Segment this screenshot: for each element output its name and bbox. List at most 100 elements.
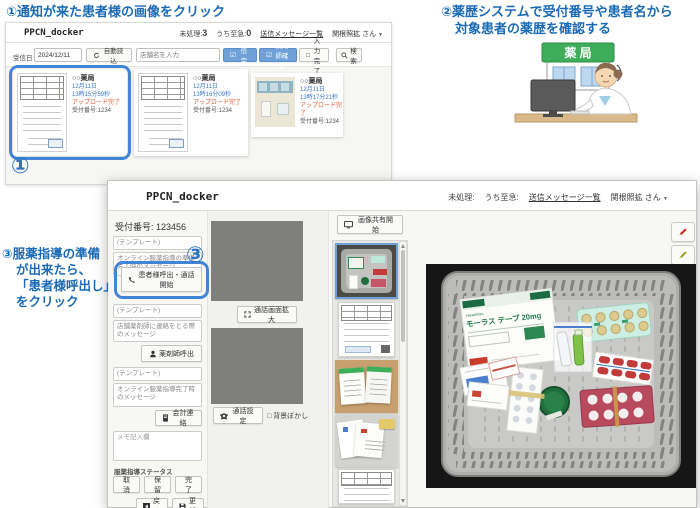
filter-received-button[interactable]: ☑受信完了 <box>223 48 257 62</box>
screen: ①通知が来た患者様の画像をクリック ②薬歴システムで受付番号や患者名から 対象患… <box>0 0 700 508</box>
reception-number-label: 受付番号: 123456 <box>115 220 186 233</box>
remote-video-area <box>211 221 303 301</box>
phone-icon <box>128 276 136 284</box>
urgent-count: うち至急: <box>485 192 519 203</box>
filter-input-done-button[interactable]: □入力完了 <box>299 48 329 62</box>
unprocessed-count: 未処理:3 <box>179 28 207 39</box>
memo-field[interactable] <box>113 431 202 461</box>
user-menu[interactable]: 関根照拡 さん ▼ <box>332 29 383 39</box>
call-pharmacist-button[interactable]: 薬剤師呼出 <box>141 345 202 362</box>
sent-messages-link[interactable]: 送信メッセージ一覧 <box>529 192 601 203</box>
thumbnail-papers-photo[interactable] <box>335 415 398 467</box>
thumbnail-prescription[interactable] <box>338 302 395 357</box>
receive-date-input[interactable] <box>34 48 82 62</box>
search-button[interactable]: 検索 <box>336 48 362 62</box>
auto-load-button[interactable]: 自動読込 <box>86 48 132 62</box>
shared-image-viewer[interactable]: Hisamitsu モーラス テープ 20mg <box>426 264 696 488</box>
annotate-red-pencil-button[interactable] <box>671 222 695 242</box>
person-icon <box>149 350 157 358</box>
user-menu[interactable]: 関根照拡 さん ▼ <box>611 192 668 203</box>
annotation-step3-line4: をクリック <box>2 294 114 310</box>
annotation-step2-line2: 対象患者の薬歴を確認する <box>441 20 673 37</box>
card-upload-status: アップロード完了 <box>72 99 120 107</box>
call-settings-button[interactable]: 通話設定 <box>213 407 263 424</box>
receive-date-label: 受信日 <box>13 52 33 62</box>
back-icon <box>143 503 150 508</box>
checkbox-empty-icon: □ <box>267 413 271 420</box>
scroll-down-icon[interactable] <box>401 499 405 503</box>
card-reception-number: 受付番号:1234 <box>193 107 241 115</box>
window1-header: PPCN_docker 未処理:3 うち至急:0 送信メッセージ一覧 関根照拡 … <box>6 23 391 43</box>
annotation-step3-line3: 「患者様呼出し」 <box>2 278 114 294</box>
card-upload-status: アップロード完了 <box>300 102 343 118</box>
call-patient-button[interactable]: 患者様呼出・通話開始 <box>121 267 202 292</box>
thumbnail-medicine-notebook[interactable] <box>335 360 398 413</box>
card-date: 12月11日 <box>72 83 120 91</box>
message-preview-2: 店舗薬剤師に連絡をとる際のメッセージ <box>113 320 202 342</box>
window1-filter-bar: 受信日 自動読込 ☑受信完了 ☑薬剤師確認 □入力完了 検索 <box>6 43 391 67</box>
thumbnail-scrollbar[interactable] <box>399 241 407 506</box>
medication-photo-thumbnail <box>255 77 295 127</box>
share-image-button[interactable]: 画像共有開始 <box>337 215 403 234</box>
chevron-down-icon: ▼ <box>663 196 668 202</box>
background-blur-checkbox[interactable]: □ 背景ぼかし <box>267 411 308 421</box>
gear-icon <box>220 412 228 420</box>
card-pharmacy-name: ○○薬局 <box>300 78 343 86</box>
red-pencil-icon <box>678 226 688 238</box>
thumbnail-basket-photo[interactable] <box>335 243 398 299</box>
card-reception-number: 受付番号:1234 <box>72 107 120 115</box>
update-button[interactable]: 更新 <box>172 498 204 508</box>
card-pharmacy-name: ○○薬局 <box>193 75 241 83</box>
refresh-icon <box>93 52 100 59</box>
cancel-button[interactable]: 取消 <box>113 476 140 493</box>
medication-basket-photo: Hisamitsu モーラス テープ 20mg <box>426 264 696 488</box>
annotation-step1: ①通知が来た患者様の画像をクリック <box>6 3 225 20</box>
receive-list-window: PPCN_docker 未処理:3 うち至急:0 送信メッセージ一覧 関根照拡 … <box>5 22 392 185</box>
card-upload-status: アップロード完了 <box>193 99 241 107</box>
store-name-input[interactable] <box>136 48 220 62</box>
hold-button[interactable]: 保留 <box>144 476 171 493</box>
window2-header: PPCN_docker 未処理: うち至急: 送信メッセージ一覧 関根照拡 さん… <box>108 181 696 211</box>
patient-image-card[interactable]: ○○薬局 12月11日 13時16分09秒 アップロード完了 受付番号:1234 <box>134 69 248 156</box>
annotation-step3: ③服薬指導の準備 が出来たら、 「患者様呼出し」 をクリック <box>2 246 114 310</box>
done-button[interactable]: 完了 <box>175 476 202 493</box>
accounting-contact-button[interactable]: 会計連絡 <box>155 410 202 426</box>
scroll-up-icon[interactable] <box>401 244 405 248</box>
prescription-thumbnail <box>138 73 188 152</box>
back-button[interactable]: 戻る <box>136 498 168 508</box>
card-reception-number: 受付番号:1234 <box>300 118 343 126</box>
receipt-icon <box>162 414 169 422</box>
card-date: 12月11日 <box>193 83 241 91</box>
patient-image-card[interactable]: ○○薬局 12月11日 13時15分59秒 アップロード完了 受付番号:1234 <box>13 69 127 156</box>
expand-icon <box>244 311 251 318</box>
expand-call-screen-button[interactable]: 通話画面拡大 <box>237 306 297 323</box>
patient-image-card[interactable]: ○○薬局 12月11日 13時17分21秒 アップロード完了 受付番号:1234 <box>251 73 343 137</box>
step1-number-marker: ① <box>11 153 30 179</box>
card-time: 13時15分59秒 <box>72 91 120 99</box>
template-select-2[interactable]: (テンプレート) <box>113 304 202 318</box>
card-pharmacy-name: ○○薬局 <box>72 75 120 83</box>
checkbox-empty-icon: □ <box>306 52 310 59</box>
guidance-call-window: PPCN_docker 未処理: うち至急: 送信メッセージ一覧 関根照拡 さん… <box>107 180 697 508</box>
scrollbar-thumb[interactable] <box>401 250 405 342</box>
unprocessed-count: 未処理: <box>448 192 474 203</box>
monitor-icon <box>344 221 353 229</box>
template-select-3[interactable]: (テンプレート) <box>113 367 202 381</box>
chevron-down-icon: ▼ <box>378 32 383 38</box>
message-preview-3: オンライン服薬指導完了時のメッセージ <box>113 383 202 407</box>
window2-app-title: PPCN_docker <box>146 190 219 203</box>
annotation-step2: ②薬歴システムで受付番号や患者名から 対象患者の薬歴を確認する <box>441 3 673 37</box>
search-icon <box>341 52 348 59</box>
checkbox-checked-icon: ☑ <box>266 51 272 59</box>
card-time: 13時16分09秒 <box>193 91 241 99</box>
step3-number-marker: ③ <box>186 242 205 268</box>
thumbnail-prescription[interactable] <box>338 469 395 504</box>
pharmacist-illustration: 薬 局 <box>487 40 655 130</box>
olive-pencil-icon <box>678 249 688 261</box>
pharmacy-sign-text: 薬 局 <box>564 45 591 60</box>
annotation-step3-line2: が出来たら、 <box>2 262 114 278</box>
self-video-area <box>211 328 303 404</box>
filter-pharmacist-check-button[interactable]: ☑薬剤師確認 <box>259 48 297 62</box>
annotate-olive-pencil-button[interactable] <box>671 245 695 265</box>
annotation-step2-line1: ②薬歴システムで受付番号や患者名から <box>441 3 673 20</box>
